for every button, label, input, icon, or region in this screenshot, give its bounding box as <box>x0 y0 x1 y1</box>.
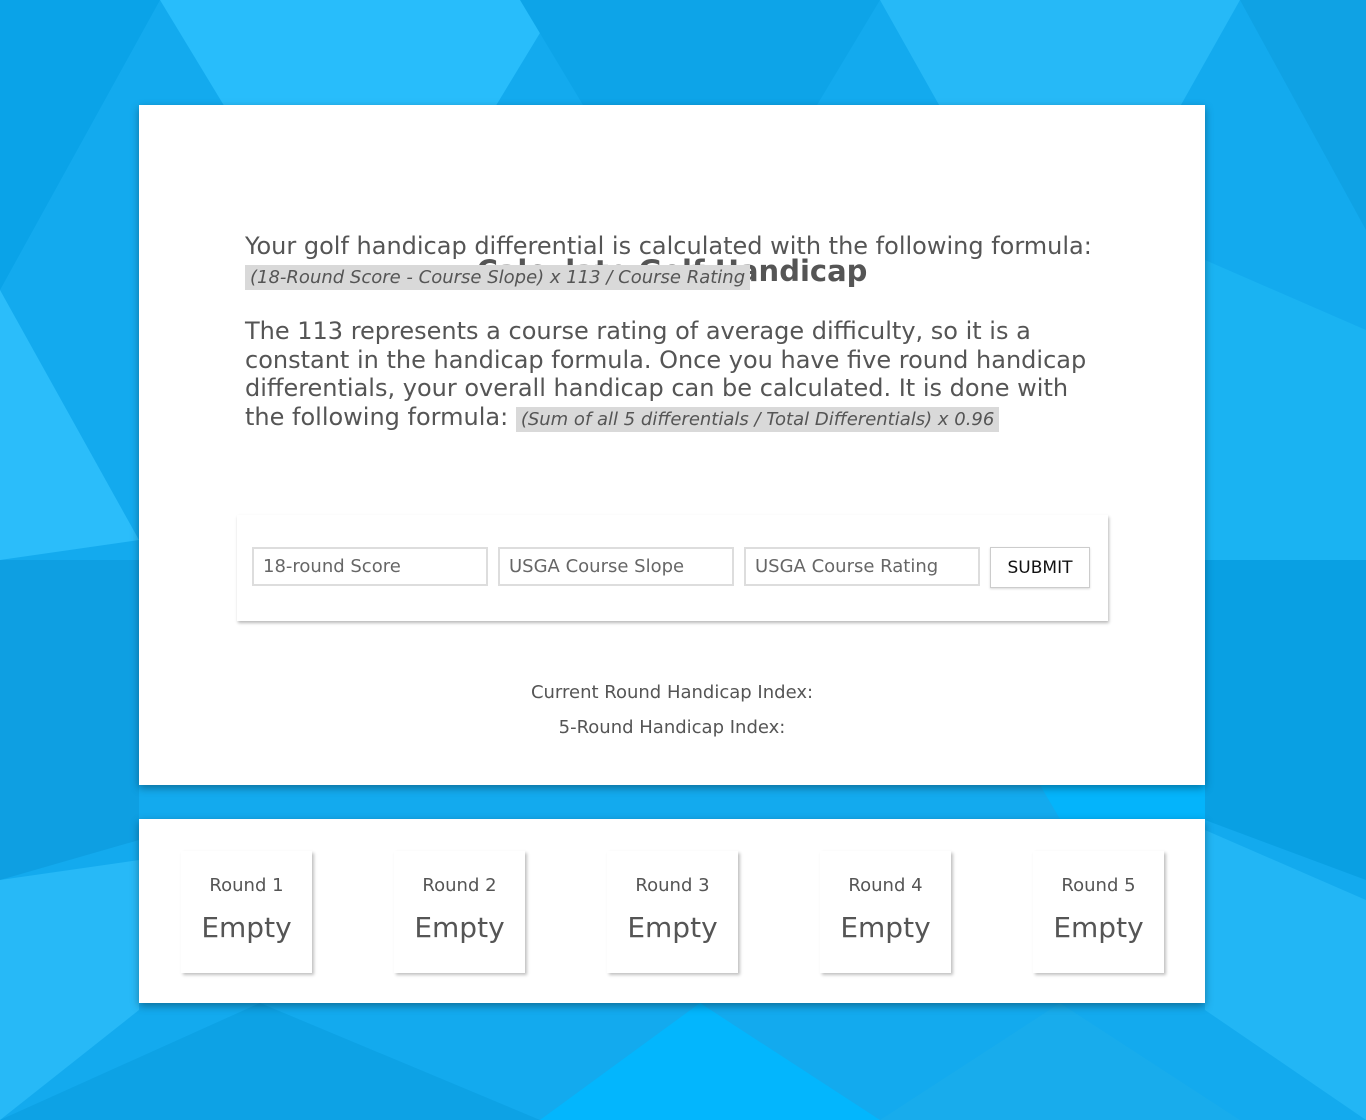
round-label: Round 4 <box>848 875 923 896</box>
score-input[interactable] <box>252 547 488 586</box>
round-label: Round 5 <box>1061 875 1136 896</box>
current-round-handicap-index: Current Round Handicap Index: <box>530 682 814 703</box>
round-2-tile: Round 2 Empty <box>394 851 525 973</box>
round-1-tile: Round 1 Empty <box>181 851 312 973</box>
rounds-card: Round 1 Empty Round 2 Empty Round 3 Empt… <box>139 819 1205 1003</box>
round-3-tile: Round 3 Empty <box>607 851 738 973</box>
round-value: Empty <box>840 911 931 944</box>
round-entry-form: SUBMIT <box>237 515 1108 621</box>
course-slope-input[interactable] <box>498 547 734 586</box>
intro-text: Your golf handicap differential is calcu… <box>245 232 1092 260</box>
round-value: Empty <box>1053 911 1144 944</box>
detail-paragraph: The 113 represents a course rating of av… <box>245 317 1105 434</box>
round-label: Round 2 <box>422 875 497 896</box>
round-4-tile: Round 4 Empty <box>820 851 951 973</box>
submit-button[interactable]: SUBMIT <box>990 547 1090 588</box>
round-value: Empty <box>627 911 718 944</box>
differential-formula: (18-Round Score - Course Slope) x 113 / … <box>245 264 751 290</box>
course-rating-input[interactable] <box>744 547 980 586</box>
intro-paragraph: Your golf handicap differential is calcu… <box>245 232 1105 292</box>
five-round-handicap-index: 5-Round Handicap Index: <box>558 717 786 738</box>
round-label: Round 3 <box>635 875 710 896</box>
round-value: Empty <box>414 911 505 944</box>
round-value: Empty <box>201 911 292 944</box>
handicap-formula: (Sum of all 5 differentials / Total Diff… <box>515 406 1000 432</box>
handicap-calculator-card: Calculate Golf Handicap Your golf handic… <box>139 105 1205 785</box>
round-5-tile: Round 5 Empty <box>1033 851 1164 973</box>
round-label: Round 1 <box>209 875 284 896</box>
